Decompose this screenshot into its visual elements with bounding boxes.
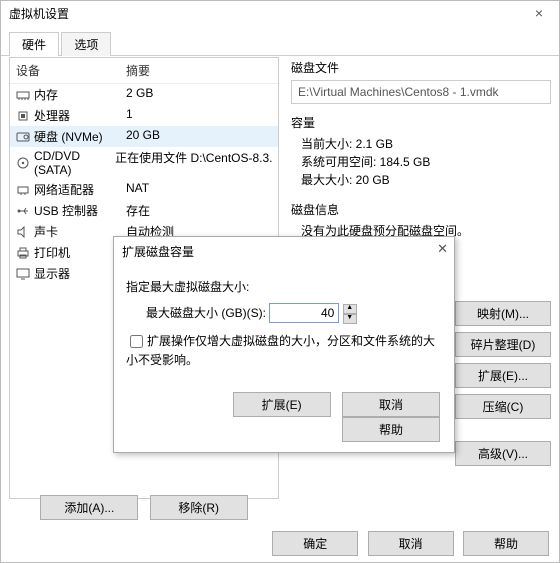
- add-device-button[interactable]: 添加(A)...: [40, 495, 138, 520]
- defrag-button[interactable]: 碎片整理(D): [455, 332, 551, 357]
- device-row-disk[interactable]: 硬盘 (NVMe) 20 GB: [10, 126, 278, 147]
- dialog-size-label: 最大磁盘大小 (GB)(S):: [146, 306, 266, 320]
- window-close-icon[interactable]: ×: [519, 1, 559, 27]
- spinner-up-icon[interactable]: ▲: [343, 304, 357, 314]
- dialog-note: 扩展操作仅增大虚拟磁盘的大小，分区和文件系统的大小不受影响。: [126, 334, 435, 367]
- dialog-spinner[interactable]: ▲▼: [343, 304, 357, 324]
- expand-dialog: 扩展磁盘容量 ✕ 指定最大虚拟磁盘大小: 最大磁盘大小 (GB)(S): ▲▼ …: [113, 236, 455, 453]
- dialog-size-input[interactable]: [269, 303, 339, 323]
- dialog-expand-button[interactable]: 扩展(E): [233, 392, 331, 417]
- usb-icon: [16, 205, 30, 217]
- footer-buttons: 确定 取消 帮助: [266, 531, 549, 556]
- tab-strip: 硬件 选项: [1, 31, 559, 56]
- remove-device-button[interactable]: 移除(R): [150, 495, 248, 520]
- dialog-label-line: 指定最大虚拟磁盘大小:: [126, 278, 442, 295]
- compact-button[interactable]: 压缩(C): [455, 394, 551, 419]
- display-icon: [16, 268, 30, 280]
- cancel-button[interactable]: 取消: [368, 531, 454, 556]
- capacity-current: 当前大小: 2.1 GB: [301, 135, 551, 152]
- capacity-title: 容量: [291, 114, 551, 131]
- cd-icon: [16, 157, 30, 169]
- tab-hardware[interactable]: 硬件: [9, 32, 59, 56]
- dialog-note-checkbox[interactable]: [130, 335, 143, 348]
- advanced-button[interactable]: 高级(V)...: [455, 441, 551, 466]
- expand-button[interactable]: 扩展(E)...: [455, 363, 551, 388]
- titlebar: 虚拟机设置 ×: [1, 1, 559, 27]
- device-row-net[interactable]: 网络适配器 NAT: [10, 179, 278, 200]
- network-icon: [16, 184, 30, 196]
- sound-icon: [16, 226, 30, 238]
- dialog-button-row: 扩展(E) 取消 帮助: [114, 386, 454, 452]
- printer-icon: [16, 247, 30, 259]
- memory-icon: [16, 89, 30, 101]
- device-row-usb[interactable]: USB 控制器 存在: [10, 200, 278, 221]
- disk-file-path[interactable]: E:\Virtual Machines\Centos8 - 1.vmdk: [291, 80, 551, 104]
- cpu-icon: [16, 110, 30, 122]
- vm-settings-window: 虚拟机设置 × 硬件 选项 设备 摘要 内存 2 GB 处理器 1: [0, 0, 560, 563]
- device-buttons: 添加(A)... 移除(R): [9, 495, 279, 520]
- col-device: 设备: [16, 62, 126, 79]
- device-list-header: 设备 摘要: [10, 58, 278, 84]
- capacity-max: 最大大小: 20 GB: [301, 171, 551, 188]
- dialog-cancel-button[interactable]: 取消: [342, 392, 440, 417]
- device-row-cd[interactable]: CD/DVD (SATA) 正在使用文件 D:\CentOS-8.3.2...: [10, 147, 278, 179]
- tab-options[interactable]: 选项: [61, 32, 111, 56]
- dialog-help-button[interactable]: 帮助: [342, 417, 440, 442]
- window-title: 虚拟机设置: [9, 7, 69, 21]
- ok-button[interactable]: 确定: [272, 531, 358, 556]
- device-row-cpu[interactable]: 处理器 1: [10, 105, 278, 126]
- device-row-memory[interactable]: 内存 2 GB: [10, 84, 278, 105]
- disk-info-title: 磁盘信息: [291, 201, 551, 218]
- spinner-down-icon[interactable]: ▼: [343, 314, 357, 324]
- help-button[interactable]: 帮助: [463, 531, 549, 556]
- dialog-title: 扩展磁盘容量 ✕: [114, 237, 454, 266]
- disk-file-title: 磁盘文件: [291, 59, 551, 76]
- col-summary: 摘要: [126, 62, 150, 79]
- dialog-close-icon[interactable]: ✕: [437, 241, 448, 257]
- map-button[interactable]: 映射(M)...: [455, 301, 551, 326]
- capacity-free: 系统可用空间: 184.5 GB: [301, 153, 551, 170]
- disk-icon: [16, 131, 30, 143]
